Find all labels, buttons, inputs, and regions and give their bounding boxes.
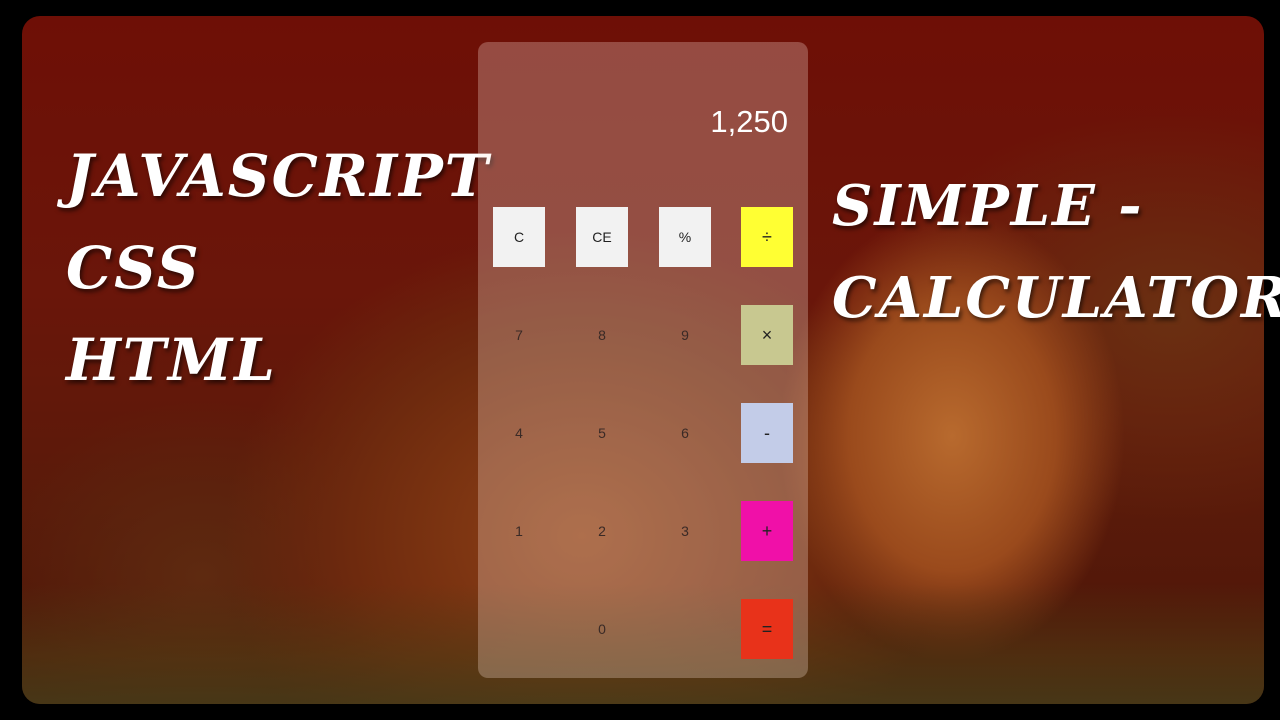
- title-line-simple: SIMPLE -: [832, 173, 1144, 239]
- digit-5-button[interactable]: 5: [576, 403, 628, 463]
- title-line-javascript: JAVASCRIPT: [66, 142, 490, 210]
- digit-4-button[interactable]: 4: [493, 403, 545, 463]
- digit-8-button[interactable]: 8: [576, 305, 628, 365]
- calculator-panel: 1,250 C CE % ÷ 7 8 9 × 4 5 6 - 1 2 3 + 0…: [478, 42, 808, 678]
- tech-stack-title: JAVASCRIPT CSS HTML: [66, 130, 490, 406]
- digit-9-button[interactable]: 9: [659, 305, 711, 365]
- digit-1-button[interactable]: 1: [493, 501, 545, 561]
- clear-entry-button[interactable]: CE: [576, 207, 628, 267]
- title-line-css: CSS: [66, 234, 201, 302]
- subtract-button[interactable]: -: [741, 403, 793, 463]
- percent-button[interactable]: %: [659, 207, 711, 267]
- digit-0-button[interactable]: 0: [576, 599, 628, 659]
- digit-2-button[interactable]: 2: [576, 501, 628, 561]
- add-button[interactable]: +: [741, 501, 793, 561]
- clear-button[interactable]: C: [493, 207, 545, 267]
- calculator-display: 1,250: [710, 104, 788, 139]
- title-line-html: HTML: [66, 326, 277, 394]
- digit-3-button[interactable]: 3: [659, 501, 711, 561]
- multiply-button[interactable]: ×: [741, 305, 793, 365]
- title-line-calculator: CALCULATOR: [832, 265, 1280, 331]
- divide-button[interactable]: ÷: [741, 207, 793, 267]
- digit-6-button[interactable]: 6: [659, 403, 711, 463]
- digit-7-button[interactable]: 7: [493, 305, 545, 365]
- app-title: SIMPLE - CALCULATOR: [832, 160, 1280, 344]
- equals-button[interactable]: =: [741, 599, 793, 659]
